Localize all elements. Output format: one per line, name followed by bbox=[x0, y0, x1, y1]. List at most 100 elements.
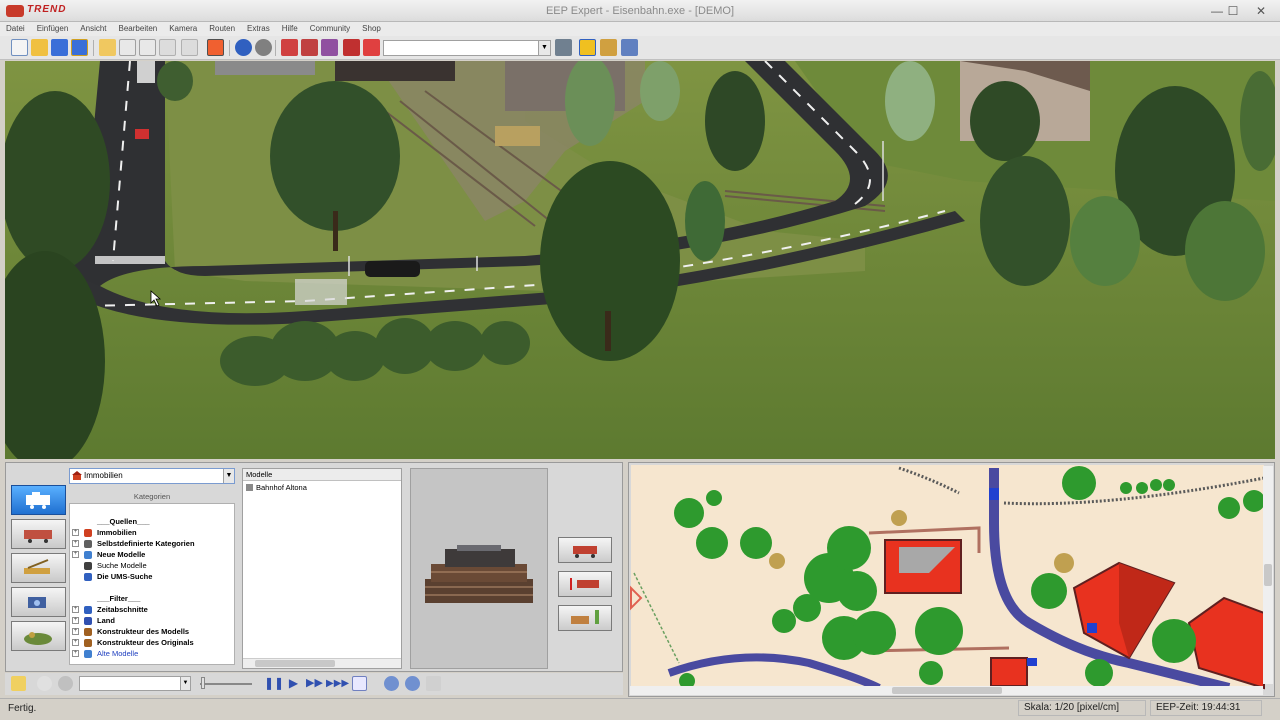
expand-icon[interactable]: + bbox=[72, 551, 79, 558]
black-car bbox=[365, 261, 420, 277]
category-crane-button[interactable] bbox=[11, 553, 66, 583]
scrollbar-thumb[interactable] bbox=[892, 687, 1002, 694]
redo-icon[interactable] bbox=[255, 39, 272, 56]
crane-icon[interactable] bbox=[321, 39, 338, 56]
2d-track-map[interactable] bbox=[628, 462, 1275, 697]
tree-item-icon bbox=[84, 639, 92, 647]
map-icon[interactable] bbox=[207, 39, 224, 56]
settings-icon[interactable] bbox=[621, 39, 638, 56]
tree-item-icon bbox=[84, 628, 92, 636]
models-scrollbar[interactable] bbox=[243, 658, 401, 668]
edit-pencil-icon[interactable] bbox=[11, 676, 26, 691]
undo-icon[interactable] bbox=[235, 39, 252, 56]
category-landscape-button[interactable] bbox=[11, 621, 66, 651]
map-horizontal-scrollbar[interactable] bbox=[630, 686, 1263, 695]
tools-icon[interactable] bbox=[600, 39, 617, 56]
signal-icon[interactable] bbox=[301, 39, 318, 56]
tree-item[interactable]: + Alte Modelle bbox=[70, 648, 234, 659]
tree-item[interactable]: + Konstrukteur des Modells bbox=[70, 626, 234, 637]
speed-slider-thumb[interactable] bbox=[201, 677, 205, 689]
tree-item[interactable]: Suche Modelle bbox=[70, 560, 234, 571]
edit-model-button[interactable] bbox=[558, 605, 612, 631]
tree-item[interactable]: + Selbstdefinierte Kategorien bbox=[70, 538, 234, 549]
expand-icon[interactable]: + bbox=[72, 606, 79, 613]
menu-routen[interactable]: Routen bbox=[203, 22, 241, 36]
scrollbar-thumb[interactable] bbox=[255, 660, 335, 667]
gear-icon[interactable] bbox=[58, 676, 73, 691]
tree-item[interactable]: + Konstrukteur des Originals bbox=[70, 637, 234, 648]
category-camera-button[interactable] bbox=[11, 587, 66, 617]
menu-extras[interactable]: Extras bbox=[241, 22, 276, 36]
scrollbar-thumb[interactable] bbox=[1264, 564, 1272, 586]
search-combo[interactable]: ▼ bbox=[383, 40, 551, 56]
fast-forward-icon[interactable]: ▶▶ bbox=[306, 676, 323, 691]
chevron-down-icon[interactable]: ▼ bbox=[180, 677, 190, 690]
menu-einfuegen[interactable]: Einfügen bbox=[31, 22, 75, 36]
tree-item-label: Selbstdefinierte Kategorien bbox=[97, 539, 195, 548]
camera-icon[interactable] bbox=[555, 39, 572, 56]
tree-item-label: Suche Modelle bbox=[97, 561, 147, 570]
menu-hilfe[interactable]: Hilfe bbox=[276, 22, 304, 36]
category-combo[interactable]: Immobilien ▼ bbox=[69, 468, 235, 484]
expand-icon[interactable]: + bbox=[72, 639, 79, 646]
paste-icon[interactable] bbox=[119, 39, 136, 56]
tree-item-label: Immobilien bbox=[97, 528, 137, 537]
category-train-button[interactable] bbox=[11, 485, 66, 515]
model-item[interactable]: Bahnhof Altona bbox=[246, 483, 307, 492]
record-icon[interactable] bbox=[352, 676, 367, 691]
zoom-out-icon[interactable] bbox=[405, 676, 420, 691]
tree-item[interactable]: + Zeitabschnitte bbox=[70, 604, 234, 615]
models-list: Modelle Bahnhof Altona bbox=[242, 468, 402, 669]
insert-model-button[interactable] bbox=[558, 537, 612, 563]
expand-icon[interactable]: + bbox=[72, 529, 79, 536]
bulb-icon[interactable] bbox=[579, 39, 596, 56]
copy-icon[interactable] bbox=[99, 39, 116, 56]
light-bulb-icon[interactable] bbox=[37, 676, 52, 691]
rail-icon[interactable] bbox=[343, 39, 360, 56]
expand-icon[interactable]: + bbox=[72, 628, 79, 635]
menu-kamera[interactable]: Kamera bbox=[163, 22, 203, 36]
cut-icon[interactable] bbox=[159, 39, 176, 56]
save-icon[interactable] bbox=[51, 39, 68, 56]
tree-item[interactable]: + Neue Modelle bbox=[70, 549, 234, 560]
tools-icon bbox=[571, 610, 599, 624]
tree-item[interactable]: Die UMS-Suche bbox=[70, 571, 234, 582]
close-button[interactable]: ✕ bbox=[1250, 2, 1272, 20]
grid-icon[interactable] bbox=[426, 676, 441, 691]
menu-bearbeiten[interactable]: Bearbeiten bbox=[113, 22, 164, 36]
crane-icon bbox=[24, 559, 50, 574]
fastest-forward-icon[interactable]: ▶▶▶ bbox=[326, 676, 349, 691]
control-combo[interactable]: ▼ bbox=[79, 676, 191, 691]
map-vertical-scrollbar[interactable] bbox=[1263, 466, 1273, 684]
menu-shop[interactable]: Shop bbox=[356, 22, 387, 36]
wall bbox=[215, 61, 315, 75]
menu-ansicht[interactable]: Ansicht bbox=[74, 22, 112, 36]
chevron-down-icon[interactable]: ▼ bbox=[538, 41, 550, 55]
train bbox=[335, 61, 455, 81]
tree-item[interactable]: + Land bbox=[70, 615, 234, 626]
expand-icon[interactable]: + bbox=[72, 540, 79, 547]
move-model-button[interactable] bbox=[558, 571, 612, 597]
play-icon[interactable]: ▶ bbox=[286, 676, 301, 691]
expand-icon[interactable]: + bbox=[72, 650, 79, 657]
tree-item[interactable]: + Immobilien bbox=[70, 527, 234, 538]
open-folder-icon[interactable] bbox=[31, 39, 48, 56]
window-icon[interactable] bbox=[139, 39, 156, 56]
tree-item[interactable]: ___Quellen___ bbox=[70, 516, 234, 527]
person-icon[interactable] bbox=[363, 39, 380, 56]
tree-item[interactable]: ___Filter___ bbox=[70, 593, 234, 604]
expand-icon[interactable]: + bbox=[72, 617, 79, 624]
category-wagon-button[interactable] bbox=[11, 519, 66, 549]
speed-slider-track[interactable] bbox=[200, 683, 252, 685]
train-track-icon[interactable] bbox=[281, 39, 298, 56]
maximize-button[interactable]: ☐ bbox=[1222, 2, 1244, 20]
layers-icon[interactable] bbox=[181, 39, 198, 56]
pause-icon[interactable]: ❚❚ bbox=[264, 676, 284, 691]
3d-viewport[interactable] bbox=[5, 61, 1275, 459]
new-file-icon[interactable] bbox=[11, 39, 28, 56]
menu-datei[interactable]: Datei bbox=[0, 22, 31, 36]
save-as-icon[interactable] bbox=[71, 39, 88, 56]
zoom-in-icon[interactable] bbox=[384, 676, 399, 691]
chevron-down-icon[interactable]: ▼ bbox=[223, 469, 234, 483]
menu-community[interactable]: Community bbox=[304, 22, 356, 36]
